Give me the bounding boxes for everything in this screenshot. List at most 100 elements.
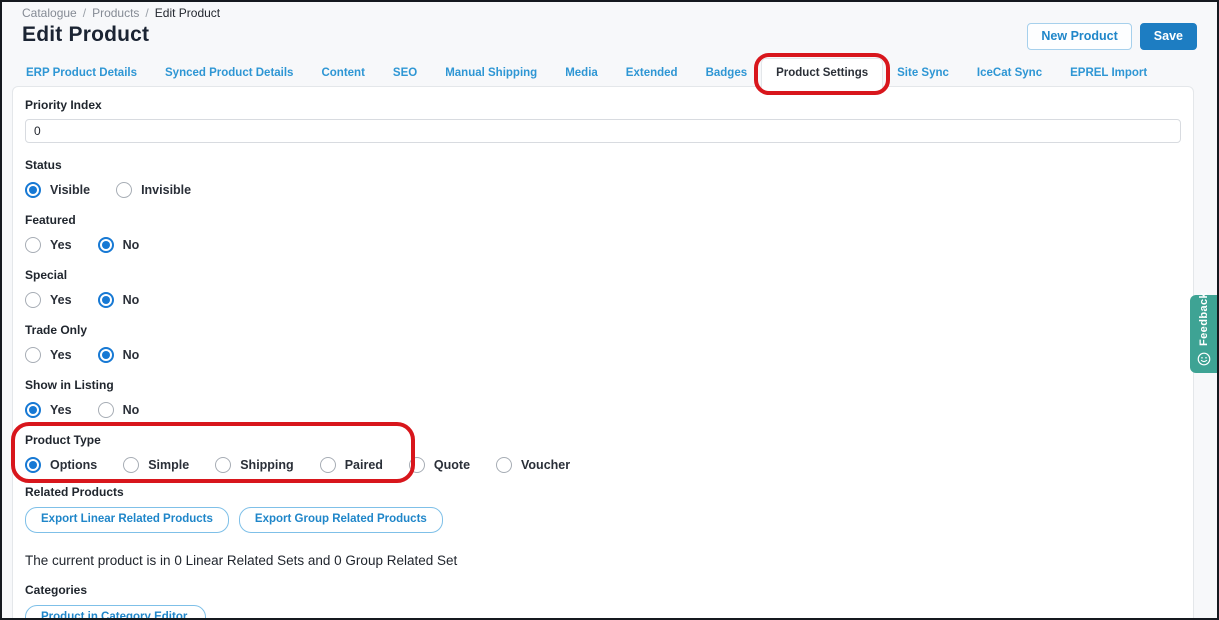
categories-buttons: Product in Category Editor.	[25, 605, 1181, 620]
radio-product-type-quote[interactable]: Quote	[409, 457, 470, 473]
tab-synced-product-details[interactable]: Synced Product Details	[151, 59, 307, 88]
priority-index-input[interactable]	[25, 119, 1181, 143]
breadcrumb-products[interactable]: Products	[92, 6, 139, 20]
breadcrumb-edit-product: Edit Product	[155, 6, 220, 20]
export-group-related-products-button[interactable]: Export Group Related Products	[239, 507, 443, 533]
radio-label: Quote	[434, 458, 470, 472]
tab-bar: ERP Product Details Synced Product Detai…	[12, 58, 1207, 88]
product-type-radio-group: Options Simple Shipping Paired Quote	[25, 456, 1181, 473]
tab-eprel-import[interactable]: EPREL Import	[1056, 59, 1161, 88]
featured-radio-group: Yes No	[25, 236, 1181, 253]
radio-featured-yes[interactable]: Yes	[25, 237, 72, 253]
radio-label: Invisible	[141, 183, 191, 197]
show-in-listing-section: Show in Listing Yes No	[25, 378, 1181, 418]
radio-trade-only-yes[interactable]: Yes	[25, 347, 72, 363]
breadcrumb-separator: /	[145, 6, 148, 20]
trade-only-radio-group: Yes No	[25, 346, 1181, 363]
radio-label: Options	[50, 458, 97, 472]
tab-product-settings[interactable]: Product Settings	[761, 58, 883, 89]
header-actions: New Product Save	[1027, 23, 1197, 50]
special-label: Special	[25, 268, 1181, 282]
radio-label: No	[123, 348, 140, 362]
product-in-category-editor-button[interactable]: Product in Category Editor.	[25, 605, 206, 620]
tab-seo[interactable]: SEO	[379, 59, 431, 88]
radio-label: No	[123, 293, 140, 307]
radio-unchecked-icon	[496, 457, 512, 473]
radio-featured-no[interactable]: No	[98, 237, 140, 253]
tab-erp-product-details[interactable]: ERP Product Details	[12, 59, 151, 88]
radio-status-visible[interactable]: Visible	[25, 182, 90, 198]
page-title: Edit Product	[22, 23, 149, 47]
related-products-buttons: Export Linear Related Products Export Gr…	[25, 507, 1181, 533]
tab-icecat-sync[interactable]: IceCat Sync	[963, 59, 1056, 88]
radio-label: Simple	[148, 458, 189, 472]
radio-unchecked-icon	[123, 457, 139, 473]
radio-special-yes[interactable]: Yes	[25, 292, 72, 308]
status-section: Status Visible Invisible	[25, 158, 1181, 198]
radio-product-type-paired[interactable]: Paired	[320, 457, 383, 473]
annotation-product-type	[11, 422, 415, 483]
feedback-tab[interactable]: Feedback	[1190, 295, 1217, 373]
radio-label: Voucher	[521, 458, 570, 472]
smiley-icon	[1197, 352, 1211, 366]
radio-label: Yes	[50, 348, 72, 362]
featured-label: Featured	[25, 213, 1181, 227]
radio-unchecked-icon	[409, 457, 425, 473]
featured-section: Featured Yes No	[25, 213, 1181, 253]
radio-product-type-shipping[interactable]: Shipping	[215, 457, 293, 473]
radio-label: Yes	[50, 238, 72, 252]
related-products-summary: The current product is in 0 Linear Relat…	[25, 553, 1181, 568]
radio-show-in-listing-no[interactable]: No	[98, 402, 140, 418]
special-radio-group: Yes No	[25, 291, 1181, 308]
radio-unchecked-icon	[25, 292, 41, 308]
priority-index-label: Priority Index	[25, 98, 1181, 112]
tab-manual-shipping[interactable]: Manual Shipping	[431, 59, 551, 88]
radio-unchecked-icon	[98, 402, 114, 418]
radio-unchecked-icon	[320, 457, 336, 473]
radio-label: Shipping	[240, 458, 293, 472]
radio-unchecked-icon	[215, 457, 231, 473]
save-button[interactable]: Save	[1140, 23, 1197, 50]
radio-product-type-voucher[interactable]: Voucher	[496, 457, 570, 473]
status-radio-group: Visible Invisible	[25, 181, 1181, 198]
feedback-label: Feedback	[1198, 292, 1210, 346]
radio-checked-icon	[98, 292, 114, 308]
radio-product-type-options[interactable]: Options	[25, 457, 97, 473]
special-section: Special Yes No	[25, 268, 1181, 308]
radio-checked-icon	[25, 182, 41, 198]
radio-label: Yes	[50, 293, 72, 307]
radio-trade-only-no[interactable]: No	[98, 347, 140, 363]
show-in-listing-radio-group: Yes No	[25, 401, 1181, 418]
radio-label: Paired	[345, 458, 383, 472]
radio-unchecked-icon	[25, 347, 41, 363]
radio-show-in-listing-yes[interactable]: Yes	[25, 402, 72, 418]
product-type-section: Product Type Options Simple Shipping Pai…	[25, 433, 1181, 473]
radio-label: No	[123, 238, 140, 252]
related-products-label: Related Products	[25, 485, 1181, 499]
radio-product-type-simple[interactable]: Simple	[123, 457, 189, 473]
trade-only-section: Trade Only Yes No	[25, 323, 1181, 363]
status-label: Status	[25, 158, 1181, 172]
show-in-listing-label: Show in Listing	[25, 378, 1181, 392]
tab-product-settings-label: Product Settings	[776, 67, 868, 79]
tab-badges[interactable]: Badges	[692, 59, 762, 88]
radio-label: No	[123, 403, 140, 417]
breadcrumb-catalogue[interactable]: Catalogue	[22, 6, 77, 20]
app-window: Catalogue / Products / Edit Product Edit Pro…	[0, 0, 1219, 620]
radio-checked-icon	[25, 402, 41, 418]
tab-content[interactable]: Content	[307, 59, 378, 88]
tab-site-sync[interactable]: Site Sync	[883, 59, 963, 88]
breadcrumb-separator: /	[83, 6, 86, 20]
header-row: Edit Product New Product Save	[22, 23, 1197, 50]
radio-checked-icon	[98, 347, 114, 363]
export-linear-related-products-button[interactable]: Export Linear Related Products	[25, 507, 229, 533]
radio-checked-icon	[98, 237, 114, 253]
product-settings-panel: Priority Index Status Visible Invisible …	[12, 86, 1194, 620]
new-product-button[interactable]: New Product	[1027, 23, 1131, 50]
radio-checked-icon	[25, 457, 41, 473]
tab-extended[interactable]: Extended	[612, 59, 692, 88]
radio-status-invisible[interactable]: Invisible	[116, 182, 191, 198]
radio-special-no[interactable]: No	[98, 292, 140, 308]
tab-media[interactable]: Media	[551, 59, 612, 88]
radio-unchecked-icon	[116, 182, 132, 198]
